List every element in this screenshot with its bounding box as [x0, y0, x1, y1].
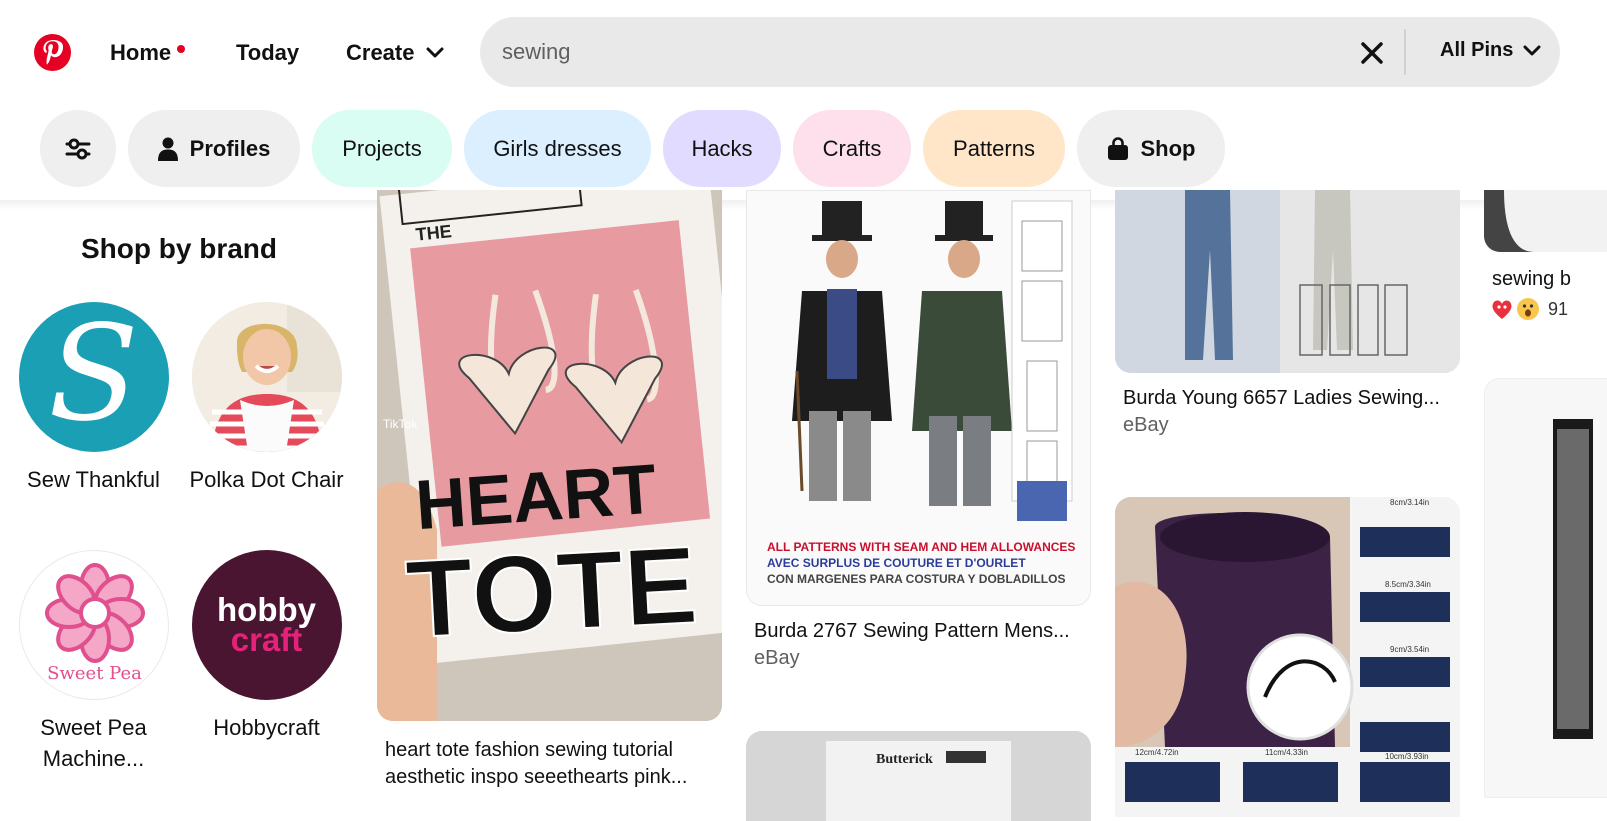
pin-image [1484, 378, 1607, 798]
brand-logo-text: Sweet Pea [47, 663, 142, 684]
image-text: 8cm/3.14in [1390, 498, 1429, 507]
image-text: ALL PATTERNS WITH SEAM AND HEM ALLOWANCE… [767, 540, 1075, 554]
brand-name: Hobbycraft [213, 715, 320, 740]
image-text: THE [415, 221, 453, 245]
search-scope-label: All Pins [1440, 39, 1514, 61]
filter-settings-button[interactable] [40, 110, 116, 187]
image-text: AVEC SURPLUS DE COUTURE ET D'OURLET [767, 556, 1026, 570]
brand-hobbycraft[interactable]: hobby craft Hobbycraft [179, 550, 354, 743]
search-bar: All Pins [480, 17, 1560, 87]
brand-logo: Sweet Pea [18, 550, 169, 700]
pin-card-sewing-partial[interactable]: sewing b 91 [1484, 190, 1607, 321]
close-icon [1361, 42, 1383, 64]
brand-name: Polka Dot Chair [189, 467, 344, 492]
filter-chip-girls-dresses[interactable]: Girls dresses [464, 110, 651, 187]
person-photo-illustration [191, 302, 342, 452]
search-input[interactable] [502, 35, 1342, 69]
search-divider [1404, 29, 1406, 75]
nav-create[interactable]: Create [346, 40, 444, 66]
pin-title: heart tote fashion sewing tutorial aesth… [385, 739, 688, 788]
filter-chip-patterns[interactable]: Patterns [923, 110, 1065, 187]
person-icon [157, 137, 178, 161]
brand-logo-text: S [48, 302, 139, 451]
nav-today-label: Today [236, 40, 300, 65]
pin-photo [1485, 379, 1607, 797]
filter-chip-label: Hacks [691, 135, 753, 161]
pin-source: eBay [754, 647, 800, 669]
filter-chip-label: Crafts [822, 135, 882, 161]
shop-by-brand-title: Shop by brand [81, 233, 277, 264]
filter-chip-label: Projects [342, 135, 422, 161]
filter-chip-shop[interactable]: Shop [1077, 110, 1225, 187]
brand-name: Sweet Pea Machine... [40, 715, 147, 771]
brand-polka-dot-chair[interactable]: Polka Dot Chair [179, 302, 354, 495]
brand-logo: S [18, 302, 169, 452]
image-text: CON MARGENES PARA COSTURA Y DOBLADILLOS [767, 572, 1065, 586]
butterick-pattern-image: Butterick [746, 731, 1091, 821]
notification-dot [177, 45, 186, 53]
heart-eyes-emoji-icon [1490, 297, 1514, 321]
pin-title: Burda Young 6657 Ladies Sewing... [1123, 387, 1440, 409]
heart-tote-pattern-image: THE HEART TOTE TikTok [377, 190, 722, 721]
filter-chip-hacks[interactable]: Hacks [663, 110, 781, 187]
filter-chip-row: Profiles Projects Girls dresses Hacks Cr… [0, 110, 1607, 188]
pin-title: sewing b [1492, 268, 1571, 290]
ladies-pattern-image [1115, 190, 1460, 373]
image-text: TOTE [403, 523, 700, 661]
image-text: Butterick [876, 752, 933, 767]
pin-title: Burda 2767 Sewing Pattern Mens... [754, 620, 1070, 642]
mens-pattern-image: ALL PATTERNS WITH SEAM AND HEM ALLOWANCE… [747, 191, 1090, 605]
pin-card-zippers[interactable]: 8cm/3.14in 8.5cm/3.34in 9cm/3.54in 10cm/… [1115, 497, 1460, 817]
pin-image: ALL PATTERNS WITH SEAM AND HEM ALLOWANCE… [746, 190, 1091, 606]
brand-sew-thankful[interactable]: S Sew Thankful [6, 302, 181, 495]
brand-name: Sew Thankful [27, 467, 160, 492]
filter-chip-label: Shop [1140, 135, 1196, 161]
pin-image: 8cm/3.14in 8.5cm/3.34in 9cm/3.54in 10cm/… [1115, 497, 1460, 817]
brand-sweet-pea[interactable]: Sweet Pea Sweet Pea Machine... [6, 550, 181, 774]
pin-image [1115, 190, 1460, 373]
reactions: 91 [1484, 297, 1607, 321]
nav-create-label: Create [346, 40, 415, 65]
pinterest-logo-icon[interactable] [34, 34, 71, 71]
search-scope-dropdown[interactable]: All Pins [1440, 39, 1541, 62]
nav-home[interactable]: Home [110, 40, 186, 66]
zipper-product-image: 8cm/3.14in 8.5cm/3.34in 9cm/3.54in 10cm/… [1115, 497, 1460, 817]
pinterest-p-icon [43, 40, 64, 65]
shopping-bag-icon [1107, 136, 1128, 160]
pin-source: eBay [1123, 414, 1169, 436]
filter-chip-label: Patterns [953, 135, 1035, 161]
pin-image: THE HEART TOTE TikTok [377, 190, 722, 721]
pin-photo [1484, 190, 1607, 252]
wow-emoji-icon [1516, 297, 1540, 321]
filter-chip-crafts[interactable]: Crafts [793, 110, 911, 187]
tiktok-watermark: TikTok [383, 417, 418, 431]
clear-search-button[interactable] [1358, 39, 1386, 67]
brand-logo: hobby craft [191, 550, 342, 700]
brand-avatar [191, 302, 342, 452]
image-text: 9cm/3.54in [1390, 645, 1429, 654]
nav-today[interactable]: Today [236, 40, 299, 66]
chevron-down-icon [426, 47, 444, 58]
image-text: 10cm/3.93in [1385, 752, 1429, 761]
filter-chip-projects[interactable]: Projects [312, 110, 452, 187]
nav-home-label: Home [110, 40, 172, 65]
pin-card-burda-mens[interactable]: ALL PATTERNS WITH SEAM AND HEM ALLOWANCE… [746, 190, 1091, 672]
filter-chip-label: Girls dresses [493, 135, 622, 161]
pin-image: Butterick [746, 731, 1091, 821]
image-text: 8.5cm/3.34in [1385, 580, 1431, 589]
reaction-count: 91 [1548, 298, 1569, 319]
sliders-icon [65, 138, 91, 159]
image-text: 11cm/4.33in [1265, 748, 1308, 757]
pin-image [1484, 190, 1607, 252]
pin-card-heart-tote[interactable]: THE HEART TOTE TikTok heart tote fashion… [377, 190, 722, 791]
top-nav-bar: Home Today Create All Pins [0, 0, 1607, 107]
chevron-down-icon [1523, 45, 1541, 55]
image-text: 12cm/4.72in [1135, 748, 1179, 757]
pin-card-burda-ladies[interactable]: Burda Young 6657 Ladies Sewing... eBay [1115, 190, 1460, 439]
brand-logo-text: craft [230, 621, 303, 658]
filter-chip-profiles[interactable]: Profiles [128, 110, 300, 187]
pin-card-partial[interactable] [1484, 378, 1607, 798]
pin-card-butterick[interactable]: Butterick [746, 731, 1091, 821]
filter-chip-label: Profiles [189, 135, 271, 161]
